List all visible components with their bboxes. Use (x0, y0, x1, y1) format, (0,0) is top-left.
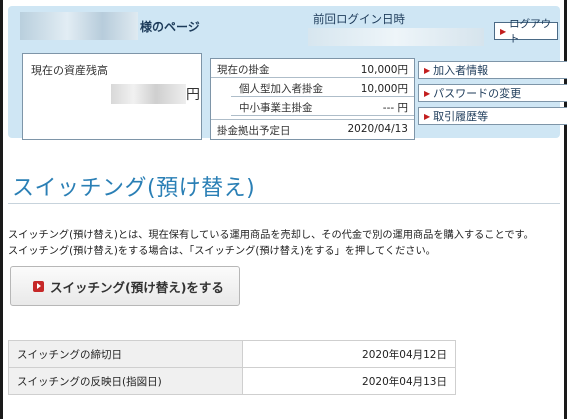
triangle-right-icon: ▶ (424, 88, 431, 98)
switching-button-label: スイッチング(預け替え)をする (50, 279, 224, 295)
play-icon (33, 280, 44, 292)
switching-schedule-table: スイッチングの締切日 2020年04月12日 スイッチングの反映日(指図日) 2… (8, 340, 456, 395)
sme-contribution-value: --- 円 (382, 102, 408, 114)
user-page-heading: 様のページ (140, 20, 200, 34)
reflection-date-label: スイッチングの反映日(指図日) (8, 367, 243, 395)
table-row: スイッチングの締切日 2020年04月12日 (8, 340, 456, 368)
change-password-label: パスワードの変更 (433, 87, 522, 100)
transaction-history-link[interactable]: ▶ 取引履歴等 (418, 107, 567, 125)
description-line-2: スイッチング(預け替え)をする場合は、「スイッチング(預け替え)をする」を押して… (8, 246, 436, 257)
member-info-link[interactable]: ▶ 加入者情報 (418, 61, 567, 79)
switching-button[interactable]: スイッチング(預け替え)をする (10, 266, 240, 306)
transaction-history-label: 取引履歴等 (433, 110, 489, 123)
logout-label: ログアウト (509, 18, 552, 45)
individual-contribution-label: 個人型加入者掛金 (239, 83, 323, 95)
window-edge-left (0, 0, 3, 419)
change-password-link[interactable]: ▶ パスワードの変更 (418, 84, 567, 102)
redacted-asset-balance (111, 84, 186, 104)
contribution-date-value: 2020/04/13 (347, 123, 408, 135)
redacted-user-name (20, 12, 138, 40)
triangle-right-icon: ▶ (424, 111, 431, 121)
contribution-row-individual: 個人型加入者掛金 10,000円 (231, 78, 414, 97)
redacted-last-login-time (308, 28, 484, 46)
member-info-label: 加入者情報 (433, 64, 489, 77)
deadline-label: スイッチングの締切日 (8, 340, 243, 368)
current-contribution-value: 10,000円 (360, 64, 408, 76)
title-divider (8, 203, 560, 204)
page-title: スイッチング(預け替え) (12, 176, 256, 201)
triangle-right-icon: ▶ (500, 26, 507, 36)
contribution-row-date: 掛金拠出予定日 2020/04/13 (211, 119, 414, 139)
individual-contribution-value: 10,000円 (360, 83, 408, 95)
sme-contribution-label: 中小事業主掛金 (239, 102, 313, 114)
asset-balance-box: 現在の資産残高 円 (22, 53, 202, 140)
contribution-row-current: 現在の掛金 10,000円 (211, 59, 414, 78)
asset-balance-unit: 円 (186, 87, 200, 103)
current-contribution-label: 現在の掛金 (217, 64, 270, 76)
reflection-date-value: 2020年04月13日 (242, 367, 456, 395)
description-line-1: スイッチング(預け替え)とは、現在保有している運用商品を売却し、その代金で別の運… (8, 230, 534, 241)
triangle-right-icon: ▶ (424, 65, 431, 75)
last-login-label: 前回ログイン日時 (313, 12, 405, 26)
deadline-value: 2020年04月12日 (242, 340, 456, 368)
contribution-date-label: 掛金拠出予定日 (217, 125, 291, 137)
contribution-box: 現在の掛金 10,000円 個人型加入者掛金 10,000円 中小事業主掛金 -… (210, 58, 415, 140)
asset-balance-label: 現在の資産残高 (31, 64, 108, 77)
logout-button[interactable]: ▶ ログアウト (494, 18, 558, 45)
table-row: スイッチングの反映日(指図日) 2020年04月13日 (8, 367, 456, 395)
contribution-row-sme: 中小事業主掛金 --- 円 (231, 97, 414, 116)
account-header-panel: 様のページ 前回ログイン日時 ▶ ログアウト 現在の資産残高 円 現在の掛金 1… (8, 6, 567, 140)
